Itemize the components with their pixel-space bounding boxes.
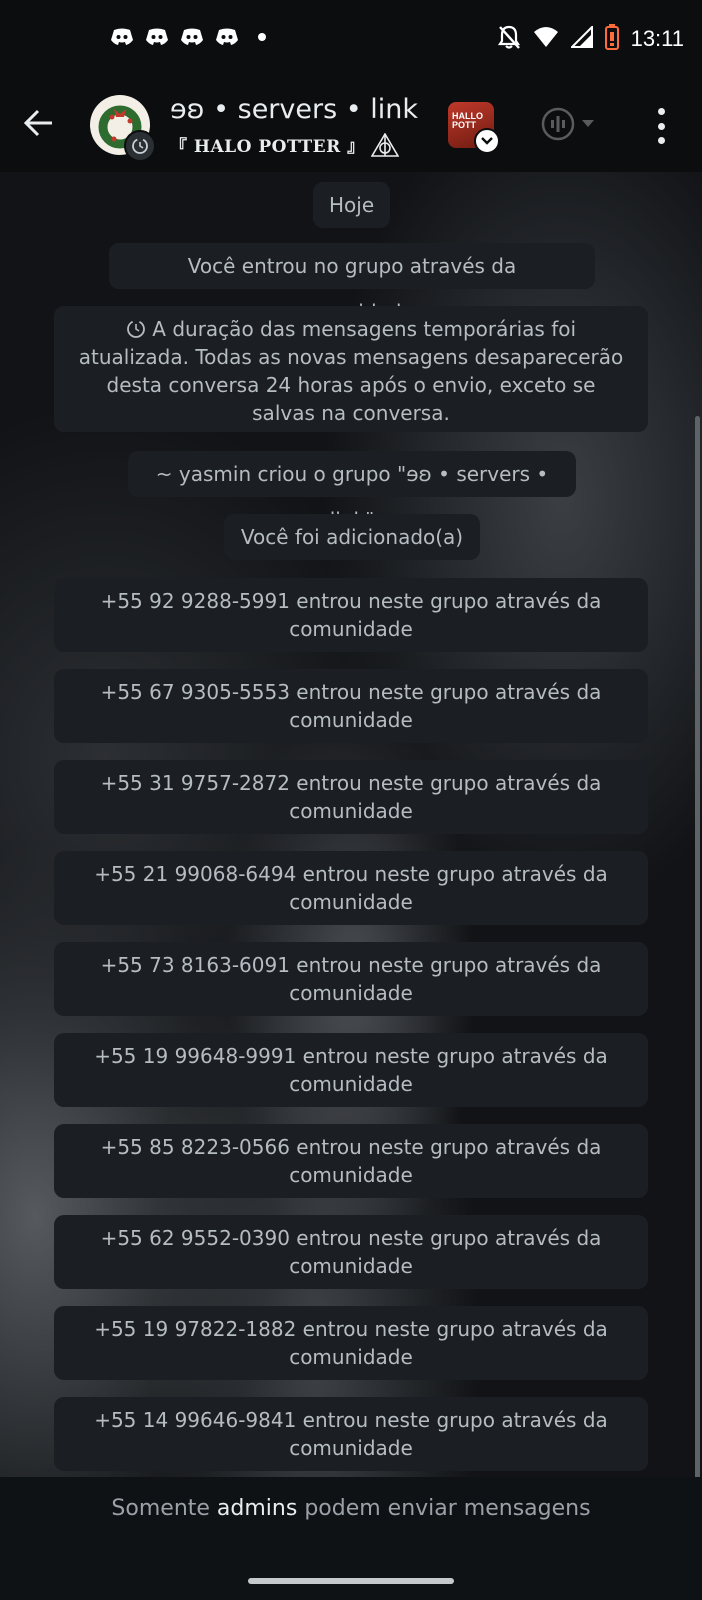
system-message: Você entrou no grupo através da comunida… [109,243,595,324]
discord-icon [145,28,168,45]
join-notice-text: +55 21 99068-6494 entrou neste grupo atr… [94,862,608,914]
join-notice: +55 92 9288-5991 entrou neste grupo atra… [54,578,648,652]
join-notice: +55 73 8163-6091 entrou neste grupo atra… [54,942,648,1016]
join-notice: +55 19 99648-9991 entrou neste grupo atr… [54,1033,648,1107]
notification-icons [110,28,266,45]
chat-scrollbar[interactable] [695,416,700,1477]
date-label: Hoje [329,193,375,217]
join-notice-text: +55 62 9552-0390 entrou neste grupo atra… [100,1226,602,1278]
chevron-down-icon[interactable] [474,128,500,154]
chat-header: ɘʚ • servers • link 『 HALO POTTER 』 HALL… [0,80,702,173]
discord-icon [180,28,203,45]
battery-low-icon [604,24,619,54]
menu-dot [657,137,665,144]
join-notice-text: +55 14 99646-9841 entrou neste grupo atr… [94,1408,608,1460]
join-notice: +55 31 9757-2872 entrou neste grupo atra… [54,760,648,834]
wifi-icon [533,26,559,52]
date-separator: Hoje [313,182,391,228]
admins-only-prefix: Somente [111,1496,217,1521]
dropdown-caret-icon [582,120,594,127]
read-only-footer: Somente admins podem enviar mensagens [0,1477,702,1600]
group-title[interactable]: ɘʚ • servers • link [170,94,418,125]
voice-call-icon [541,107,575,141]
system-message-text: A duração das mensagens temporárias foi … [78,317,624,425]
gesture-navigation-bar[interactable] [248,1578,454,1584]
menu-dot [657,108,665,115]
cell-signal-icon [569,24,593,52]
system-message-text: Você foi adicionado(a) [240,525,464,549]
chat-wallpaper: Hoje Você entrou no grupo através da com… [0,172,702,1477]
join-notice-text: +55 19 97822-1882 entrou neste grupo atr… [94,1317,608,1369]
join-notice: +55 19 97822-1882 entrou neste grupo atr… [54,1306,648,1380]
discord-icon [215,28,238,45]
join-notice: +55 85 8223-0566 entrou neste grupo atra… [54,1124,648,1198]
more-options-button[interactable] [656,108,666,144]
back-arrow-icon[interactable] [22,106,56,144]
join-notice-text: +55 85 8223-0566 entrou neste grupo atra… [100,1135,602,1187]
join-notice-text: +55 67 9305-5553 entrou neste grupo atra… [100,680,602,732]
join-notice: +55 62 9552-0390 entrou neste grupo atra… [54,1215,648,1289]
join-notice-text: +55 31 9757-2872 entrou neste grupo atra… [100,771,602,823]
join-notice: +55 21 99068-6494 entrou neste grupo atr… [54,851,648,925]
more-notifications-dot [258,32,266,41]
mute-notifications-icon [497,24,521,54]
clock: 13:11 [630,26,684,51]
join-notice-text: +55 73 8163-6091 entrou neste grupo atra… [100,953,602,1005]
join-notice: +55 14 99646-9841 entrou neste grupo atr… [54,1397,648,1471]
disappearing-timer-icon [127,320,145,338]
community-name-text: 『 HALO POTTER 』 [170,137,365,157]
disappearing-messages-icon [124,130,156,162]
join-notice-text: +55 19 99648-9991 entrou neste grupo atr… [94,1044,608,1096]
join-notice: +55 67 9305-5553 entrou neste grupo atra… [54,669,648,743]
community-name[interactable]: 『 HALO POTTER 』 [170,132,400,157]
admins-only-suffix: podem enviar mensagens [297,1496,591,1521]
admins-link[interactable]: admins [217,1496,297,1521]
community-emblem-icon [370,132,400,157]
status-bar: 13:11 [0,0,702,80]
discord-icon [110,28,133,45]
system-message-disappearing[interactable]: A duração das mensagens temporárias foi … [54,306,648,432]
system-message: Você foi adicionado(a) [224,514,480,560]
admins-only-notice: Somente admins podem enviar mensagens [0,1496,702,1521]
system-message: ~ yasmin criou o grupo "ɘʚ • servers • l… [128,451,576,532]
join-notice-text: +55 92 9288-5991 entrou neste grupo atra… [100,589,602,641]
menu-dot [657,122,665,130]
group-call-button[interactable] [540,106,594,142]
